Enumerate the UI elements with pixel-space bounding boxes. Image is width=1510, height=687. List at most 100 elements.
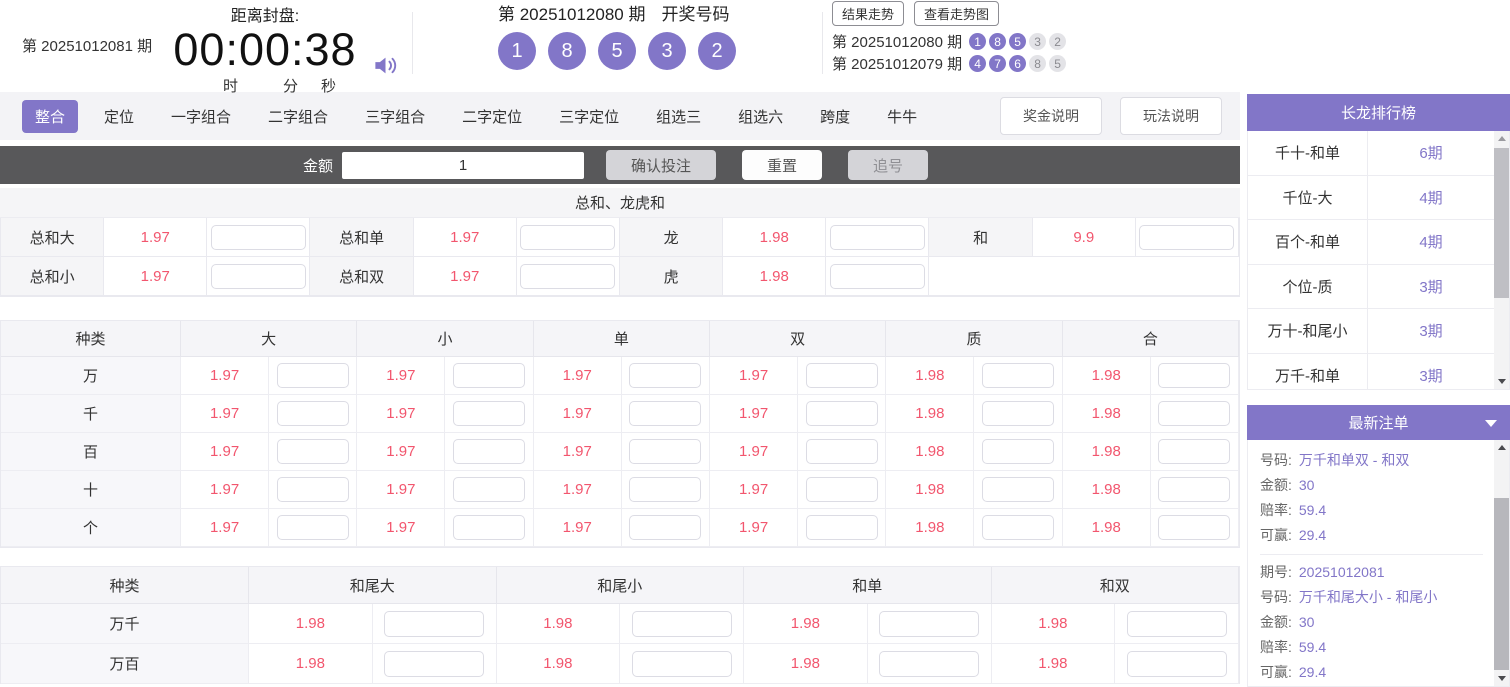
bet-cell (798, 471, 887, 509)
unit-minute: 分 (283, 77, 299, 95)
bet-input[interactable] (879, 610, 980, 637)
tab-zuxuan-san[interactable]: 组选三 (656, 106, 701, 127)
rules-info-button[interactable]: 玩法说明 (1120, 97, 1222, 135)
orders-panel-header[interactable]: 最新注单 (1247, 405, 1510, 440)
bet-input[interactable] (210, 224, 306, 250)
tab-erzi-dingwei[interactable]: 二字定位 (462, 106, 522, 127)
tab-sanzi-dingwei[interactable]: 三字定位 (559, 106, 619, 127)
ranking-row[interactable]: 个位-质 3期 (1248, 264, 1494, 309)
bet-input[interactable] (453, 515, 526, 540)
divider (822, 12, 823, 74)
bet-input[interactable] (982, 363, 1055, 388)
bet-cell (269, 395, 358, 433)
bet-input[interactable] (453, 439, 526, 464)
bet-input[interactable] (629, 439, 702, 464)
ranking-row[interactable]: 百个-和单 4期 (1248, 220, 1494, 265)
scroll-down-icon[interactable] (1494, 671, 1509, 686)
row-label: 万百 (1, 644, 249, 684)
bet-input[interactable] (982, 439, 1055, 464)
countdown-time-value: 00:00:38 (173, 24, 357, 75)
confirm-bet-button[interactable]: 确认投注 (606, 150, 717, 180)
view-trend-chart-button[interactable]: 查看走势图 (914, 1, 1000, 26)
bet-input[interactable] (805, 477, 878, 502)
bet-input[interactable] (1158, 401, 1231, 426)
ranking-row[interactable]: 千位-大 4期 (1248, 175, 1494, 220)
bet-cell (974, 433, 1063, 471)
bet-input[interactable] (384, 610, 485, 637)
scrollbar-thumb[interactable] (1494, 148, 1509, 298)
amount-input[interactable] (342, 151, 585, 179)
bet-type-label: 虎 (619, 257, 724, 296)
bet-input[interactable] (829, 263, 925, 289)
tab-kuadu[interactable]: 跨度 (820, 106, 850, 127)
reset-button[interactable]: 重置 (742, 150, 823, 180)
scroll-down-icon[interactable] (1494, 374, 1509, 389)
chase-number-button[interactable]: 追号 (848, 150, 929, 180)
prize-info-button[interactable]: 奖金说明 (1000, 97, 1102, 135)
scroll-up-icon[interactable] (1494, 131, 1509, 146)
tab-erzi-zuhe[interactable]: 二字组合 (268, 106, 328, 127)
bet-input[interactable] (805, 363, 878, 388)
column-header: 和尾大 (249, 567, 497, 604)
bet-input[interactable] (629, 477, 702, 502)
bet-input[interactable] (276, 477, 349, 502)
bet-input[interactable] (629, 401, 702, 426)
bet-input[interactable] (982, 477, 1055, 502)
bet-input[interactable] (629, 363, 702, 388)
tab-zuxuan-liu[interactable]: 组选六 (738, 106, 783, 127)
ranking-row[interactable]: 万十-和尾小 3期 (1248, 309, 1494, 354)
tab-sanzi-zuhe[interactable]: 三字组合 (365, 106, 425, 127)
scroll-up-icon[interactable] (1494, 440, 1509, 455)
ranking-row[interactable]: 千十-和单 6期 (1248, 131, 1494, 176)
tab-niuniu[interactable]: 牛牛 (887, 106, 917, 127)
bet-input[interactable] (453, 363, 526, 388)
bet-input[interactable] (276, 401, 349, 426)
tab-yizi-zuhe[interactable]: 一字组合 (171, 106, 231, 127)
bet-input[interactable] (1158, 515, 1231, 540)
order-field-value: 59.4 (1298, 639, 1327, 655)
bet-input[interactable] (1158, 363, 1231, 388)
tab-zhenghe[interactable]: 整合 (22, 99, 79, 133)
bet-input[interactable] (384, 650, 485, 677)
current-period: 第 20251012081 期 (22, 38, 153, 55)
bet-input[interactable] (982, 401, 1055, 426)
bet-input[interactable] (829, 224, 925, 250)
order-line: 号码: 万千和尾大小 - 和尾小 (1260, 585, 1483, 610)
bet-input[interactable] (629, 515, 702, 540)
bet-input[interactable] (520, 224, 616, 250)
odds-value: 1.98 (1062, 471, 1151, 509)
bet-cell (269, 357, 358, 395)
odds-value: 1.97 (533, 395, 622, 433)
history-period: 第 20251012079 期 (832, 56, 963, 73)
bet-input[interactable] (210, 263, 306, 289)
bet-input[interactable] (453, 477, 526, 502)
bet-input[interactable] (1139, 224, 1235, 250)
draw-balls: 1 8 5 3 2 (498, 32, 736, 70)
bet-input[interactable] (1126, 650, 1227, 677)
scrollbar-thumb[interactable] (1494, 498, 1509, 670)
bet-input[interactable] (276, 363, 349, 388)
bet-input[interactable] (982, 515, 1055, 540)
orders-list: 号码: 万千和单双 - 和双 金额: 30 赔率: 59.4 可赢: 29.4 (1247, 440, 1510, 687)
bet-input[interactable] (276, 439, 349, 464)
ranking-row[interactable]: 万千-和单 3期 (1248, 353, 1494, 389)
order-entry: 期号: 20251012081 号码: 万千和尾大小 - 和尾小 金额: 30 … (1260, 560, 1483, 685)
bet-input[interactable] (805, 439, 878, 464)
tab-dingwei[interactable]: 定位 (104, 106, 134, 127)
odds-value: 1.97 (357, 433, 446, 471)
bet-input[interactable] (805, 515, 878, 540)
bet-input[interactable] (1126, 610, 1227, 637)
bet-input[interactable] (453, 401, 526, 426)
bet-input[interactable] (1158, 439, 1231, 464)
history-ball: 7 (989, 55, 1007, 72)
collapse-caret-icon[interactable] (1485, 420, 1497, 427)
odds-value: 1.98 (496, 644, 621, 684)
bet-input[interactable] (805, 401, 878, 426)
bet-input[interactable] (1158, 477, 1231, 502)
bet-input[interactable] (879, 650, 980, 677)
bet-input[interactable] (631, 610, 732, 637)
bet-input[interactable] (520, 263, 616, 289)
result-trend-button[interactable]: 结果走势 (832, 1, 905, 26)
bet-input[interactable] (631, 650, 732, 677)
bet-input[interactable] (276, 515, 349, 540)
